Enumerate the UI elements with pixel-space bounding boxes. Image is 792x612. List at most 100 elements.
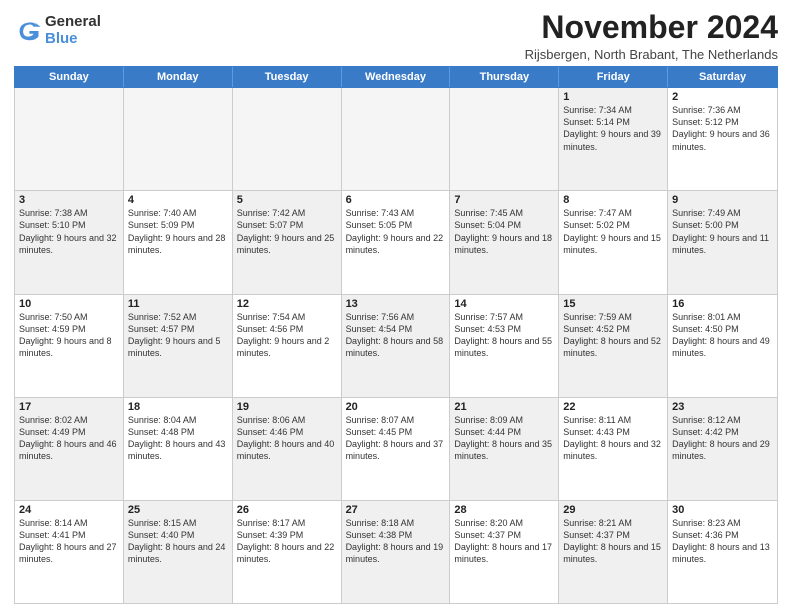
calendar-cell: 26Sunrise: 8:17 AM Sunset: 4:39 PM Dayli… (233, 501, 342, 603)
calendar-cell (124, 88, 233, 190)
calendar-cell: 12Sunrise: 7:54 AM Sunset: 4:56 PM Dayli… (233, 295, 342, 397)
day-number: 11 (128, 298, 228, 310)
calendar-cell: 16Sunrise: 8:01 AM Sunset: 4:50 PM Dayli… (668, 295, 777, 397)
day-info: Sunrise: 8:06 AM Sunset: 4:46 PM Dayligh… (237, 414, 337, 463)
calendar-cell: 24Sunrise: 8:14 AM Sunset: 4:41 PM Dayli… (15, 501, 124, 603)
calendar-row-2: 10Sunrise: 7:50 AM Sunset: 4:59 PM Dayli… (15, 295, 777, 398)
day-number: 19 (237, 401, 337, 413)
calendar-cell (450, 88, 559, 190)
calendar-cell: 29Sunrise: 8:21 AM Sunset: 4:37 PM Dayli… (559, 501, 668, 603)
day-number: 13 (346, 298, 446, 310)
calendar-cell: 23Sunrise: 8:12 AM Sunset: 4:42 PM Dayli… (668, 398, 777, 500)
calendar-cell: 20Sunrise: 8:07 AM Sunset: 4:45 PM Dayli… (342, 398, 451, 500)
day-info: Sunrise: 7:40 AM Sunset: 5:09 PM Dayligh… (128, 207, 228, 256)
day-info: Sunrise: 8:04 AM Sunset: 4:48 PM Dayligh… (128, 414, 228, 463)
logo-blue: Blue (45, 31, 101, 48)
calendar-cell (15, 88, 124, 190)
location: Rijsbergen, North Brabant, The Netherlan… (525, 47, 778, 62)
day-info: Sunrise: 7:49 AM Sunset: 5:00 PM Dayligh… (672, 207, 773, 256)
day-info: Sunrise: 8:12 AM Sunset: 4:42 PM Dayligh… (672, 414, 773, 463)
calendar-cell: 10Sunrise: 7:50 AM Sunset: 4:59 PM Dayli… (15, 295, 124, 397)
day-number: 24 (19, 504, 119, 516)
day-info: Sunrise: 7:52 AM Sunset: 4:57 PM Dayligh… (128, 311, 228, 360)
day-number: 26 (237, 504, 337, 516)
day-info: Sunrise: 7:45 AM Sunset: 5:04 PM Dayligh… (454, 207, 554, 256)
day-info: Sunrise: 7:42 AM Sunset: 5:07 PM Dayligh… (237, 207, 337, 256)
logo: General Blue (14, 14, 101, 47)
calendar-cell: 14Sunrise: 7:57 AM Sunset: 4:53 PM Dayli… (450, 295, 559, 397)
calendar-cell: 3Sunrise: 7:38 AM Sunset: 5:10 PM Daylig… (15, 191, 124, 293)
day-info: Sunrise: 7:56 AM Sunset: 4:54 PM Dayligh… (346, 311, 446, 360)
calendar-cell: 17Sunrise: 8:02 AM Sunset: 4:49 PM Dayli… (15, 398, 124, 500)
page: General Blue November 2024 Rijsbergen, N… (0, 0, 792, 612)
day-info: Sunrise: 8:23 AM Sunset: 4:36 PM Dayligh… (672, 517, 773, 566)
day-info: Sunrise: 7:43 AM Sunset: 5:05 PM Dayligh… (346, 207, 446, 256)
calendar-cell (233, 88, 342, 190)
day-number: 10 (19, 298, 119, 310)
day-number: 6 (346, 194, 446, 206)
logo-text: General Blue (45, 14, 101, 47)
day-number: 14 (454, 298, 554, 310)
calendar-cell: 6Sunrise: 7:43 AM Sunset: 5:05 PM Daylig… (342, 191, 451, 293)
logo-icon (14, 17, 42, 45)
day-info: Sunrise: 8:01 AM Sunset: 4:50 PM Dayligh… (672, 311, 773, 360)
day-info: Sunrise: 7:47 AM Sunset: 5:02 PM Dayligh… (563, 207, 663, 256)
calendar-cell: 15Sunrise: 7:59 AM Sunset: 4:52 PM Dayli… (559, 295, 668, 397)
calendar-row-0: 1Sunrise: 7:34 AM Sunset: 5:14 PM Daylig… (15, 88, 777, 191)
day-number: 17 (19, 401, 119, 413)
day-info: Sunrise: 7:59 AM Sunset: 4:52 PM Dayligh… (563, 311, 663, 360)
calendar-cell: 25Sunrise: 8:15 AM Sunset: 4:40 PM Dayli… (124, 501, 233, 603)
month-title: November 2024 (525, 10, 778, 45)
day-number: 27 (346, 504, 446, 516)
calendar-cell: 18Sunrise: 8:04 AM Sunset: 4:48 PM Dayli… (124, 398, 233, 500)
day-number: 9 (672, 194, 773, 206)
day-info: Sunrise: 7:57 AM Sunset: 4:53 PM Dayligh… (454, 311, 554, 360)
day-number: 25 (128, 504, 228, 516)
day-number: 4 (128, 194, 228, 206)
day-info: Sunrise: 7:38 AM Sunset: 5:10 PM Dayligh… (19, 207, 119, 256)
calendar-cell: 30Sunrise: 8:23 AM Sunset: 4:36 PM Dayli… (668, 501, 777, 603)
calendar-cell: 22Sunrise: 8:11 AM Sunset: 4:43 PM Dayli… (559, 398, 668, 500)
day-number: 2 (672, 91, 773, 103)
calendar-cell: 11Sunrise: 7:52 AM Sunset: 4:57 PM Dayli… (124, 295, 233, 397)
header-day-tuesday: Tuesday (233, 67, 342, 87)
calendar-cell: 21Sunrise: 8:09 AM Sunset: 4:44 PM Dayli… (450, 398, 559, 500)
day-info: Sunrise: 8:18 AM Sunset: 4:38 PM Dayligh… (346, 517, 446, 566)
day-number: 29 (563, 504, 663, 516)
calendar-row-4: 24Sunrise: 8:14 AM Sunset: 4:41 PM Dayli… (15, 501, 777, 603)
day-info: Sunrise: 8:15 AM Sunset: 4:40 PM Dayligh… (128, 517, 228, 566)
calendar-cell: 27Sunrise: 8:18 AM Sunset: 4:38 PM Dayli… (342, 501, 451, 603)
calendar-cell: 8Sunrise: 7:47 AM Sunset: 5:02 PM Daylig… (559, 191, 668, 293)
day-info: Sunrise: 8:02 AM Sunset: 4:49 PM Dayligh… (19, 414, 119, 463)
logo-general: General (45, 14, 101, 31)
header-day-monday: Monday (124, 67, 233, 87)
day-info: Sunrise: 7:34 AM Sunset: 5:14 PM Dayligh… (563, 104, 663, 153)
day-info: Sunrise: 7:36 AM Sunset: 5:12 PM Dayligh… (672, 104, 773, 153)
day-number: 8 (563, 194, 663, 206)
day-number: 28 (454, 504, 554, 516)
header-day-friday: Friday (559, 67, 668, 87)
day-info: Sunrise: 8:07 AM Sunset: 4:45 PM Dayligh… (346, 414, 446, 463)
calendar-cell: 9Sunrise: 7:49 AM Sunset: 5:00 PM Daylig… (668, 191, 777, 293)
day-number: 5 (237, 194, 337, 206)
day-info: Sunrise: 8:20 AM Sunset: 4:37 PM Dayligh… (454, 517, 554, 566)
day-number: 18 (128, 401, 228, 413)
header-day-wednesday: Wednesday (342, 67, 451, 87)
title-block: November 2024 Rijsbergen, North Brabant,… (525, 10, 778, 62)
day-number: 22 (563, 401, 663, 413)
day-number: 15 (563, 298, 663, 310)
day-number: 12 (237, 298, 337, 310)
day-info: Sunrise: 7:50 AM Sunset: 4:59 PM Dayligh… (19, 311, 119, 360)
calendar-cell: 5Sunrise: 7:42 AM Sunset: 5:07 PM Daylig… (233, 191, 342, 293)
day-number: 23 (672, 401, 773, 413)
day-info: Sunrise: 8:21 AM Sunset: 4:37 PM Dayligh… (563, 517, 663, 566)
day-info: Sunrise: 8:11 AM Sunset: 4:43 PM Dayligh… (563, 414, 663, 463)
day-number: 21 (454, 401, 554, 413)
day-number: 1 (563, 91, 663, 103)
calendar-row-3: 17Sunrise: 8:02 AM Sunset: 4:49 PM Dayli… (15, 398, 777, 501)
header-day-saturday: Saturday (668, 67, 777, 87)
calendar-cell: 7Sunrise: 7:45 AM Sunset: 5:04 PM Daylig… (450, 191, 559, 293)
day-info: Sunrise: 7:54 AM Sunset: 4:56 PM Dayligh… (237, 311, 337, 360)
day-info: Sunrise: 8:09 AM Sunset: 4:44 PM Dayligh… (454, 414, 554, 463)
day-number: 20 (346, 401, 446, 413)
